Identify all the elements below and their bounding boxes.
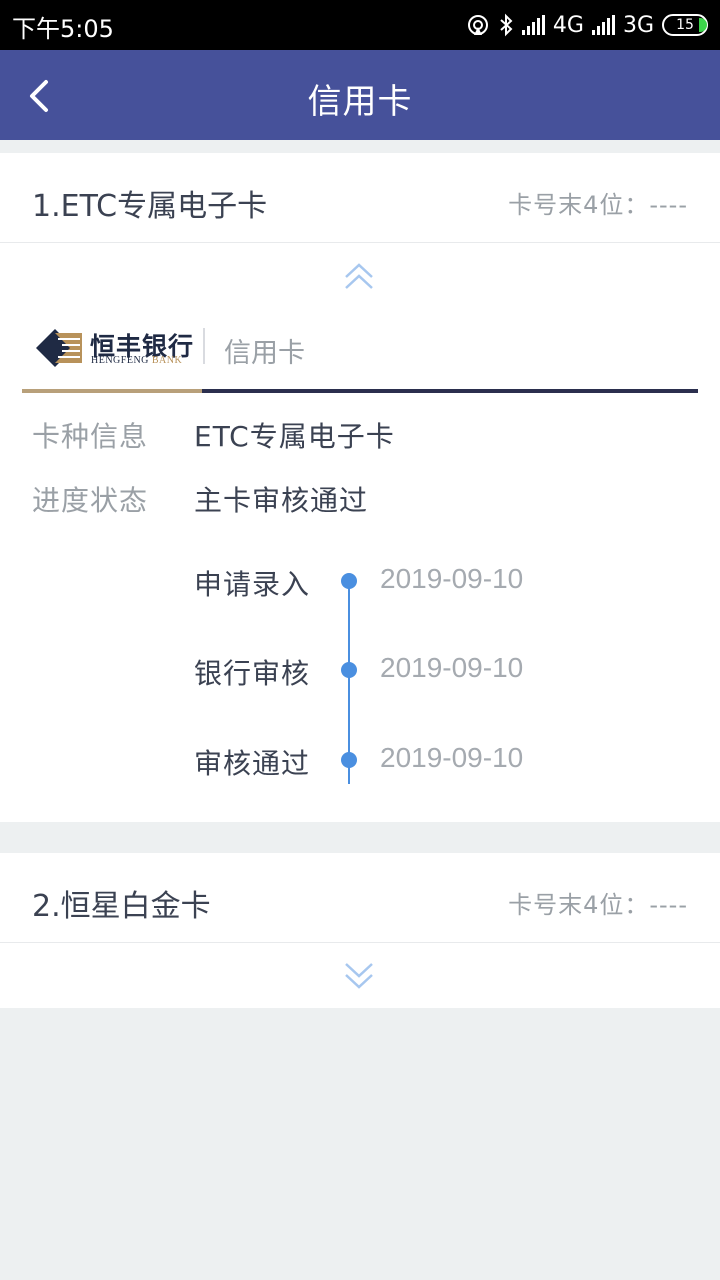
network-4g: 4G (552, 12, 584, 38)
nav-bar: 信用卡 (0, 50, 720, 140)
status-icons: 4G 3G 15 (466, 9, 708, 41)
timeline-step-date: 2019-09-10 (380, 742, 524, 773)
status-bar: 下午5:05 4G 3G 15 (0, 0, 720, 50)
chevron-down-double-icon[interactable] (342, 959, 376, 991)
divider (203, 328, 205, 364)
signal-icon (591, 15, 615, 35)
card-number-tail: 卡号末4位：---- (508, 891, 688, 919)
info-value: 主卡审核通过 (194, 484, 369, 517)
page-title: 信用卡 (307, 82, 413, 122)
card-detail: 恒丰银行 HENGFENG BANK 信用卡 卡种信息 ETC专属电子卡 进度状… (0, 243, 720, 822)
card-section-2: 2.恒星白金卡 卡号末4位：---- (0, 853, 720, 1008)
timeline-dot (341, 573, 357, 589)
info-value: ETC专属电子卡 (194, 420, 395, 453)
timeline-step-label: 审核通过 (194, 747, 311, 780)
card-number-tail: 卡号末4位：---- (508, 191, 688, 219)
hotspot-icon (467, 15, 488, 35)
timeline-dot (341, 662, 357, 678)
card-header-1[interactable]: 1.ETC专属电子卡 卡号末4位：---- (0, 153, 720, 243)
info-label: 进度状态 (32, 484, 149, 517)
card-title: 1.ETC专属电子卡 (32, 189, 268, 224)
bluetooth-icon (500, 13, 513, 37)
timeline-step-label: 银行审核 (194, 657, 311, 690)
card-type-label: 信用卡 (224, 338, 305, 369)
timeline-dot (341, 752, 357, 768)
network-3g: 3G (622, 12, 654, 38)
signal-icon (521, 15, 545, 35)
bank-mark-icon (36, 329, 82, 367)
timeline-step-label: 申请录入 (194, 568, 311, 601)
accent-line-gold (22, 389, 202, 393)
bank-name-en: HENGFENG BANK (91, 355, 183, 366)
timeline-step-date: 2019-09-10 (380, 652, 524, 683)
status-time: 下午5:05 (12, 15, 114, 43)
bank-logo: 恒丰银行 HENGFENG BANK (36, 325, 196, 371)
card-header-2[interactable]: 2.恒星白金卡 卡号末4位：---- (0, 853, 720, 943)
card-title: 2.恒星白金卡 (32, 889, 211, 924)
card-section-1: 1.ETC专属电子卡 卡号末4位：---- 恒丰银行 HENGFENG BANK… (0, 153, 720, 822)
info-label: 卡种信息 (32, 420, 149, 453)
battery-icon: 15 (662, 14, 708, 36)
accent-line-dark (202, 389, 698, 393)
timeline-step-date: 2019-09-10 (380, 563, 524, 594)
